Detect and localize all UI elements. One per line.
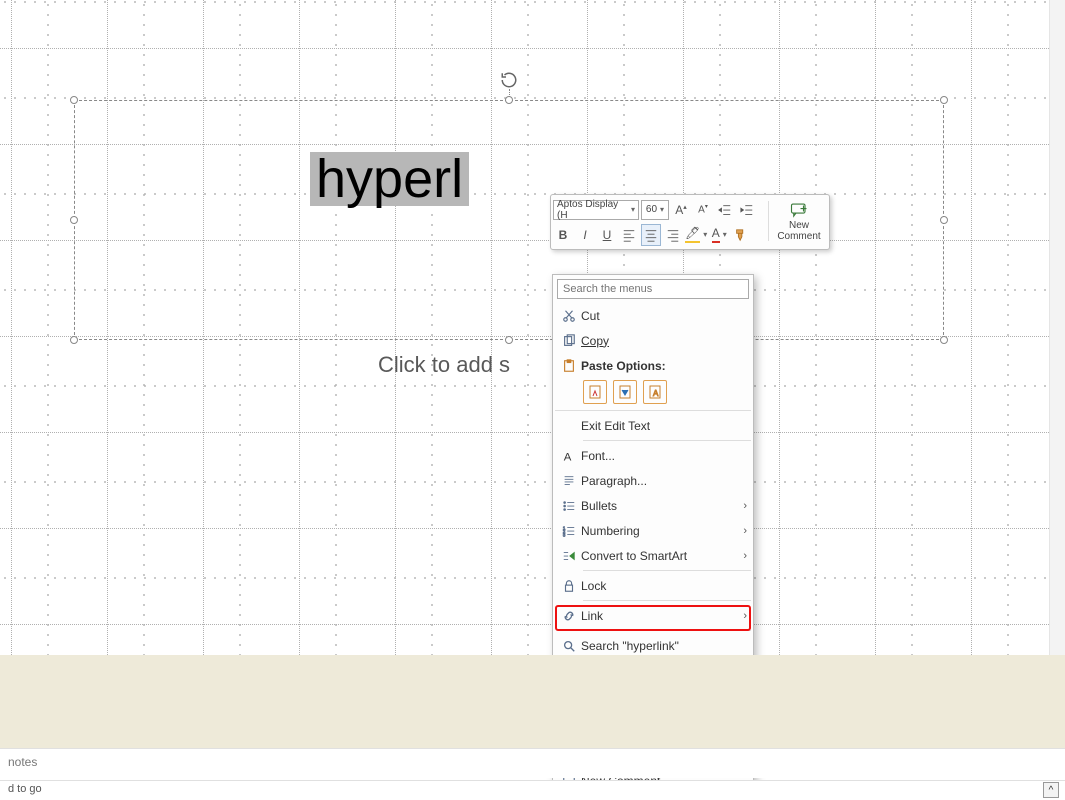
- bullets-icon: [557, 499, 581, 513]
- italic-button[interactable]: I: [575, 224, 595, 246]
- copy-icon: [557, 334, 581, 348]
- highlight-color-button[interactable]: 🖊▾: [685, 224, 707, 246]
- menu-item-smartart[interactable]: Convert to SmartArt›: [553, 543, 753, 568]
- new-comment-label2: Comment: [777, 231, 820, 242]
- status-expand-button[interactable]: ^: [1043, 782, 1059, 798]
- cut-icon: [557, 309, 581, 323]
- mini-toolbar: Aptos Display (H▾ 60▾ A▴ A▾ B I U 🖊▾ A▾ …: [550, 194, 830, 250]
- bold-button[interactable]: B: [553, 224, 573, 246]
- rotate-handle-icon[interactable]: [500, 71, 518, 89]
- notes-label[interactable]: notes: [0, 748, 1065, 778]
- paste-option-keep-source[interactable]: [613, 380, 637, 404]
- font-name-combo[interactable]: Aptos Display (H▾: [553, 200, 639, 220]
- menu-item-font[interactable]: A Font...: [553, 443, 753, 468]
- menu-item-cut[interactable]: Cut: [553, 303, 753, 328]
- menu-item-paste-options: Paste Options:: [553, 353, 753, 378]
- paste-icon: [557, 359, 581, 373]
- resize-handle[interactable]: [70, 96, 78, 104]
- menu-item-numbering[interactable]: 123 Numbering›: [553, 518, 753, 543]
- search-icon: [557, 639, 581, 653]
- svg-text:A: A: [564, 451, 572, 463]
- resize-handle[interactable]: [505, 96, 513, 104]
- increase-indent-icon[interactable]: [737, 199, 757, 221]
- menu-item-link[interactable]: Link›: [553, 603, 753, 628]
- status-left-text: d to go: [8, 783, 42, 795]
- resize-handle[interactable]: [70, 336, 78, 344]
- smartart-icon: [557, 549, 581, 563]
- svg-text:3: 3: [563, 532, 566, 537]
- increase-font-icon[interactable]: A▴: [671, 199, 691, 221]
- paragraph-icon: [557, 474, 581, 488]
- menu-item-exit-edit[interactable]: Exit Edit Text: [553, 413, 753, 438]
- font-icon: A: [557, 449, 581, 463]
- resize-handle[interactable]: [70, 216, 78, 224]
- vertical-scrollbar[interactable]: [1049, 0, 1065, 655]
- new-comment-button[interactable]: New Comment: [771, 197, 827, 247]
- svg-text:A: A: [653, 389, 659, 398]
- underline-button[interactable]: U: [597, 224, 617, 246]
- format-painter-icon[interactable]: [731, 224, 751, 246]
- decrease-indent-icon[interactable]: [715, 199, 735, 221]
- font-size-combo[interactable]: 60▾: [641, 200, 669, 220]
- subtitle-placeholder[interactable]: Click to add s: [378, 352, 510, 378]
- menu-item-copy[interactable]: Copy: [553, 328, 753, 353]
- menu-item-bullets[interactable]: Bullets›: [553, 493, 753, 518]
- paste-option-text-only[interactable]: A: [643, 380, 667, 404]
- paste-option-dest-theme[interactable]: [583, 380, 607, 404]
- link-icon: [557, 609, 581, 623]
- new-comment-label: New: [789, 220, 809, 231]
- notes-pane[interactable]: [0, 655, 1065, 750]
- lock-icon: [557, 579, 581, 593]
- menu-item-lock[interactable]: Lock: [553, 573, 753, 598]
- title-text-content[interactable]: hyperl: [310, 152, 469, 206]
- align-center-icon[interactable]: [641, 224, 661, 246]
- resize-handle[interactable]: [505, 336, 513, 344]
- align-left-icon[interactable]: [619, 224, 639, 246]
- menu-item-paragraph[interactable]: Paragraph...: [553, 468, 753, 493]
- align-right-icon[interactable]: [663, 224, 683, 246]
- resize-handle[interactable]: [940, 96, 948, 104]
- resize-handle[interactable]: [940, 336, 948, 344]
- font-color-button[interactable]: A▾: [709, 224, 729, 246]
- status-bar: d to go: [0, 780, 1065, 800]
- numbering-icon: 123: [557, 524, 581, 538]
- resize-handle[interactable]: [940, 216, 948, 224]
- menu-search-input[interactable]: [557, 279, 749, 299]
- decrease-font-icon[interactable]: A▾: [693, 199, 713, 221]
- paste-options-row: A: [553, 378, 753, 408]
